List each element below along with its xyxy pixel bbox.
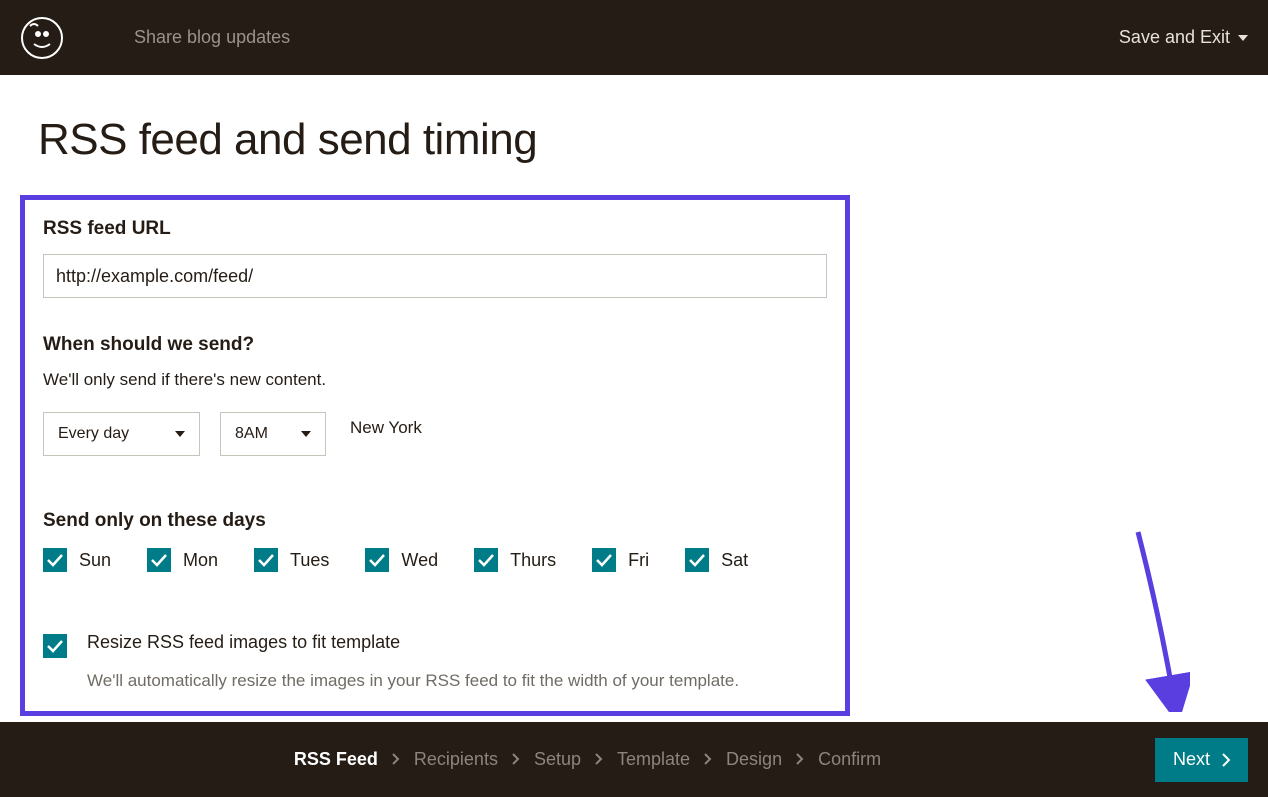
when-send-label: When should we send? bbox=[43, 334, 827, 356]
day-label: Wed bbox=[401, 550, 438, 571]
next-button[interactable]: Next bbox=[1155, 738, 1248, 782]
wizard-steps: RSS Feed Recipients Setup Template Design Con… bbox=[20, 749, 1155, 770]
time-value: 8AM bbox=[235, 425, 268, 443]
day-label: Sat bbox=[721, 550, 748, 571]
day-checkbox[interactable] bbox=[685, 548, 709, 572]
save-and-exit-button[interactable]: Save and Exit bbox=[1119, 27, 1248, 48]
wizard-step[interactable]: Template bbox=[617, 749, 690, 770]
chevron-right-icon bbox=[595, 749, 603, 770]
days-label: Send only on these days bbox=[43, 510, 827, 532]
resize-help: We'll automatically resize the images in… bbox=[87, 671, 739, 691]
frequency-select[interactable]: Every day bbox=[43, 412, 200, 456]
chevron-down-icon bbox=[301, 431, 311, 437]
day-label: Sun bbox=[79, 550, 111, 571]
day-checkbox[interactable] bbox=[365, 548, 389, 572]
resize-label: Resize RSS feed images to fit template bbox=[87, 632, 739, 653]
resize-row: Resize RSS feed images to fit template W… bbox=[43, 632, 827, 691]
page-title: RSS feed and send timing bbox=[38, 115, 1268, 165]
schedule-row: Every day 8AM New York bbox=[43, 412, 827, 456]
timezone-label: New York bbox=[350, 418, 422, 438]
chevron-right-icon bbox=[392, 749, 400, 770]
rss-url-label: RSS feed URL bbox=[43, 218, 827, 240]
resize-checkbox[interactable] bbox=[43, 634, 67, 658]
day-label: Thurs bbox=[510, 550, 556, 571]
chevron-right-icon bbox=[512, 749, 520, 770]
form-highlight-box: RSS feed URL When should we send? We'll … bbox=[20, 195, 850, 716]
chevron-down-icon bbox=[1238, 35, 1248, 41]
frequency-value: Every day bbox=[58, 425, 129, 443]
day-checkbox[interactable] bbox=[592, 548, 616, 572]
wizard-step[interactable]: RSS Feed bbox=[294, 749, 378, 770]
save-and-exit-label: Save and Exit bbox=[1119, 27, 1230, 48]
day-item: Wed bbox=[365, 548, 438, 572]
wizard-step[interactable]: Setup bbox=[534, 749, 581, 770]
wizard-step[interactable]: Recipients bbox=[414, 749, 498, 770]
day-label: Fri bbox=[628, 550, 649, 571]
days-row: Sun Mon Tues Wed Thurs Fri Sat bbox=[43, 548, 827, 572]
chevron-right-icon bbox=[796, 749, 804, 770]
chevron-right-icon bbox=[704, 749, 712, 770]
bottom-bar: RSS Feed Recipients Setup Template Design Con… bbox=[0, 722, 1268, 797]
day-checkbox[interactable] bbox=[474, 548, 498, 572]
rss-url-input[interactable] bbox=[43, 254, 827, 298]
day-label: Tues bbox=[290, 550, 329, 571]
day-item: Fri bbox=[592, 548, 649, 572]
chevron-right-icon bbox=[1222, 753, 1230, 767]
time-select[interactable]: 8AM bbox=[220, 412, 326, 456]
next-label: Next bbox=[1173, 749, 1210, 770]
wizard-step[interactable]: Confirm bbox=[818, 749, 881, 770]
app-logo bbox=[20, 16, 64, 60]
day-checkbox[interactable] bbox=[147, 548, 171, 572]
when-send-help: We'll only send if there's new content. bbox=[43, 370, 827, 390]
page-context-title: Share blog updates bbox=[134, 27, 290, 48]
day-checkbox[interactable] bbox=[254, 548, 278, 572]
day-checkbox[interactable] bbox=[43, 548, 67, 572]
day-item: Thurs bbox=[474, 548, 556, 572]
day-item: Mon bbox=[147, 548, 218, 572]
day-label: Mon bbox=[183, 550, 218, 571]
day-item: Tues bbox=[254, 548, 329, 572]
annotation-arrow bbox=[1130, 528, 1190, 712]
top-bar: Share blog updates Save and Exit bbox=[0, 0, 1268, 75]
day-item: Sun bbox=[43, 548, 111, 572]
day-item: Sat bbox=[685, 548, 748, 572]
wizard-step[interactable]: Design bbox=[726, 749, 782, 770]
chevron-down-icon bbox=[175, 431, 185, 437]
